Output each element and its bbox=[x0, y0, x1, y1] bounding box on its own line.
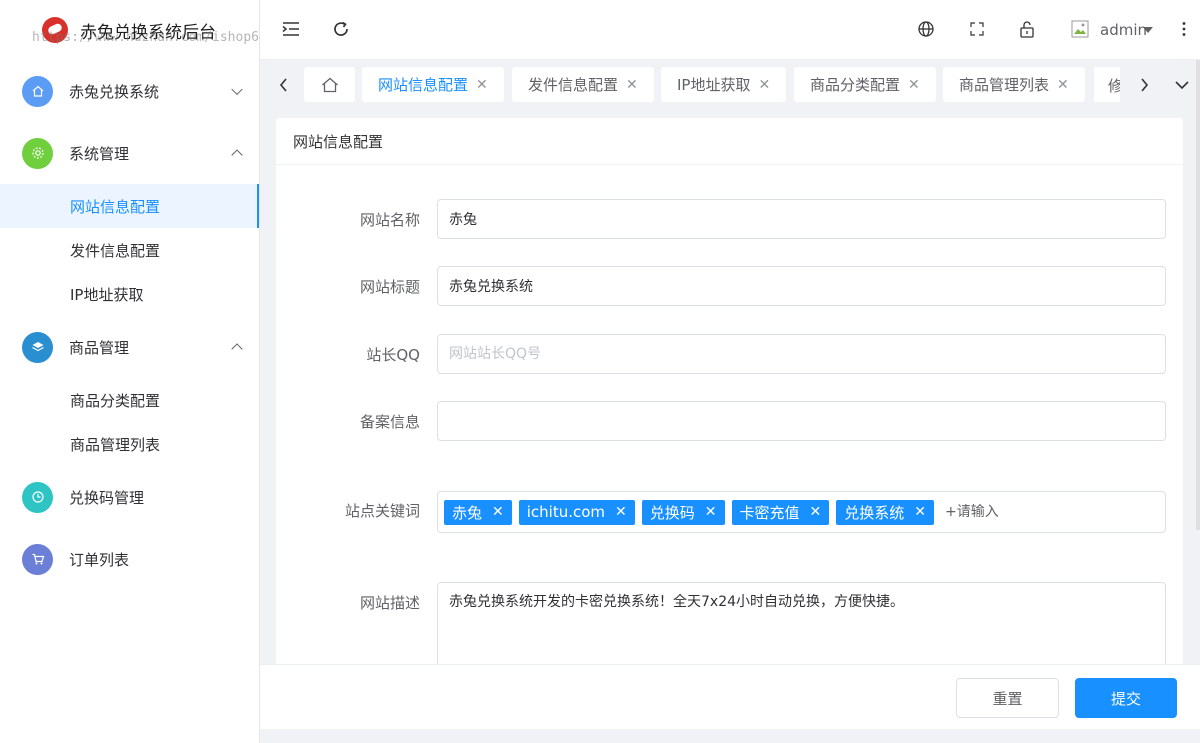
close-icon[interactable]: ✕ bbox=[615, 504, 627, 520]
keywords-label: 站点关键词 bbox=[344, 502, 420, 520]
tab-label: 网站信息配置 bbox=[378, 76, 469, 94]
close-icon[interactable]: ✕ bbox=[476, 77, 488, 93]
close-icon[interactable]: ✕ bbox=[914, 504, 926, 520]
logo-area: 赤兔兑换系统后台 https://www.huzhan.com/ishop645… bbox=[0, 0, 282, 60]
keyword-tag: 卡密充值 ✕ bbox=[731, 499, 830, 525]
site-title-label: 网站标题 bbox=[359, 278, 420, 296]
lock-icon[interactable] bbox=[1016, 18, 1038, 40]
close-icon[interactable]: ✕ bbox=[758, 77, 770, 93]
keyword-tag: ichitu.com ✕ bbox=[518, 499, 635, 525]
fullscreen-icon[interactable] bbox=[966, 18, 988, 40]
keywords-tag-input[interactable]: 赤兔 ✕ ichitu.com ✕ 兑换码 ✕ 卡密充值 ✕ 兑换系统 ✕ bbox=[437, 491, 1166, 533]
caret-down-icon[interactable] bbox=[1143, 27, 1153, 33]
reset-button[interactable]: 重置 bbox=[956, 678, 1059, 718]
tab-label: 修 bbox=[1108, 77, 1120, 95]
menu-item-system-management[interactable]: 系统管理 bbox=[0, 122, 259, 184]
new-keyword-input[interactable] bbox=[945, 504, 1056, 520]
menu-item-order-list[interactable]: 订单列表 bbox=[0, 528, 259, 590]
chevron-down-icon bbox=[231, 83, 243, 96]
globe-icon[interactable] bbox=[915, 18, 937, 40]
submenu-product: 商品分类配置 商品管理列表 bbox=[0, 378, 259, 466]
keyword-tag: 兑换系统 ✕ bbox=[836, 499, 935, 525]
scrollbar[interactable] bbox=[1196, 60, 1200, 530]
logo-icon bbox=[42, 17, 68, 43]
menu-fold-icon[interactable] bbox=[280, 18, 302, 40]
admin-qq-input[interactable] bbox=[437, 334, 1166, 374]
sidebar-item-site-config[interactable]: 网站信息配置 bbox=[0, 184, 259, 228]
close-icon[interactable]: ✕ bbox=[908, 77, 920, 93]
tab-scroll-left-icon[interactable] bbox=[270, 67, 298, 103]
cart-icon bbox=[22, 543, 53, 575]
submenu-system: 网站信息配置 发件信息配置 IP地址获取 bbox=[0, 184, 259, 316]
menu-item-code-management[interactable]: 兑换码管理 bbox=[0, 466, 259, 528]
close-icon[interactable]: ✕ bbox=[810, 504, 822, 520]
tab-truncated[interactable]: 修 bbox=[1094, 67, 1120, 102]
tab-site-config[interactable]: 网站信息配置 ✕ bbox=[362, 67, 504, 102]
clock-icon bbox=[22, 481, 53, 513]
admin-qq-label: 站长QQ bbox=[366, 346, 420, 364]
icp-label: 备案信息 bbox=[359, 413, 420, 431]
sidebar-item-mail-config[interactable]: 发件信息配置 bbox=[0, 228, 259, 272]
keyword-tag: 赤兔 ✕ bbox=[444, 499, 512, 525]
tab-product-category[interactable]: 商品分类配置 ✕ bbox=[794, 67, 936, 102]
sidebar-menu: 赤兔兑换系统 系统管理 网站信息配置 发件信息配置 IP地址获取 商品管理 商品… bbox=[0, 60, 259, 590]
keyword-tag: 兑换码 ✕ bbox=[641, 499, 725, 525]
tab-ip-lookup[interactable]: IP地址获取 ✕ bbox=[661, 67, 787, 102]
sidebar: 赤兔兑换系统后台 https://www.huzhan.com/ishop645… bbox=[0, 0, 282, 743]
tag-label: 兑换码 bbox=[649, 503, 695, 522]
chevron-up-icon bbox=[231, 149, 243, 161]
site-name-label: 网站名称 bbox=[359, 211, 420, 229]
tabs-bar: 网站信息配置 ✕ 发件信息配置 ✕ IP地址获取 ✕ 商品分类配置 ✕ 商品管理… bbox=[260, 60, 1200, 110]
menu-label: 商品管理 bbox=[69, 338, 130, 357]
flower-icon bbox=[22, 137, 53, 169]
sidebar-item-product-list[interactable]: 商品管理列表 bbox=[0, 422, 259, 466]
tag-label: ichitu.com bbox=[526, 503, 606, 521]
site-config-card: 网站信息配置 网站名称 网站标题 站长QQ 备案信息 站点关键词 赤兔 ✕ ich… bbox=[276, 118, 1183, 678]
tab-label: 商品管理列表 bbox=[959, 76, 1050, 94]
site-name-input[interactable] bbox=[437, 199, 1166, 239]
tab-mail-config[interactable]: 发件信息配置 ✕ bbox=[512, 67, 654, 102]
app-title: 赤兔兑换系统后台 bbox=[80, 22, 216, 43]
close-icon[interactable]: ✕ bbox=[626, 77, 638, 93]
tab-label: 发件信息配置 bbox=[528, 76, 619, 94]
menu-label: 系统管理 bbox=[69, 144, 130, 163]
home-icon bbox=[22, 75, 53, 107]
site-title-input[interactable] bbox=[437, 266, 1166, 306]
close-icon[interactable]: ✕ bbox=[1057, 77, 1069, 93]
menu-label: 兑换码管理 bbox=[69, 488, 145, 507]
tab-dropdown-icon[interactable] bbox=[1168, 67, 1196, 103]
menu-item-chitu-system[interactable]: 赤兔兑换系统 bbox=[0, 60, 259, 122]
sidebar-item-product-category[interactable]: 商品分类配置 bbox=[0, 378, 259, 422]
form-footer: 重置 提交 bbox=[260, 664, 1200, 729]
layers-icon bbox=[22, 331, 53, 363]
tag-label: 卡密充值 bbox=[739, 503, 800, 522]
close-icon[interactable]: ✕ bbox=[705, 504, 717, 520]
tab-product-list[interactable]: 商品管理列表 ✕ bbox=[943, 67, 1085, 102]
sidebar-item-ip-lookup[interactable]: IP地址获取 bbox=[0, 272, 259, 316]
menu-label: 赤兔兑换系统 bbox=[69, 82, 160, 101]
menu-label: 订单列表 bbox=[69, 550, 130, 569]
refresh-icon[interactable] bbox=[330, 18, 352, 40]
avatar[interactable] bbox=[1070, 18, 1090, 40]
tab-label: 商品分类配置 bbox=[810, 76, 901, 94]
tag-label: 赤兔 bbox=[452, 503, 483, 522]
tab-home[interactable] bbox=[304, 67, 355, 102]
tab-scroll-right-icon[interactable] bbox=[1130, 67, 1158, 103]
card-title: 网站信息配置 bbox=[276, 118, 1183, 165]
tab-label: IP地址获取 bbox=[677, 76, 751, 94]
top-header: admin bbox=[260, 0, 1200, 60]
tag-label: 兑换系统 bbox=[844, 503, 905, 522]
chevron-up-icon bbox=[231, 343, 243, 355]
icp-input[interactable] bbox=[437, 401, 1166, 441]
user-name[interactable]: admin bbox=[1100, 21, 1147, 39]
menu-item-product-management[interactable]: 商品管理 bbox=[0, 316, 259, 378]
description-label: 网站描述 bbox=[359, 594, 420, 612]
submit-button[interactable]: 提交 bbox=[1075, 678, 1177, 718]
more-vertical-icon[interactable] bbox=[1173, 18, 1195, 40]
close-icon[interactable]: ✕ bbox=[492, 504, 504, 520]
